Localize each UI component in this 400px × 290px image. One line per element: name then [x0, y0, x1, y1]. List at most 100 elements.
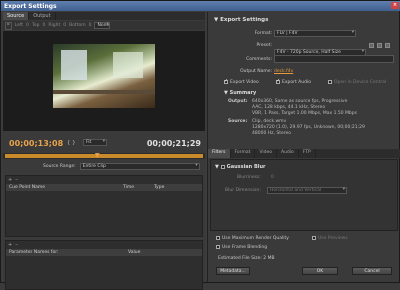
title-bar: Export Settings × — [1, 1, 400, 11]
export-video-check-icon[interactable] — [224, 78, 228, 84]
export-audio-checkbox[interactable]: Export Audio — [276, 78, 311, 85]
tab-video[interactable]: Video — [255, 149, 277, 158]
max-render-quality-label: Use Maximum Render Quality — [222, 236, 289, 241]
timeline-scrubber[interactable] — [3, 153, 205, 159]
add-parameter-button[interactable]: + — [8, 242, 12, 248]
timecode-bar: 00;00;13;08 { } Fit 00;00;21;29 — [3, 132, 205, 152]
source-pane: Source Output ⌗ Left 0 Top 0 Right 0 Bot… — [3, 12, 205, 290]
device-central-label: Open in Device Central — [334, 80, 387, 85]
source-range-row: Source Range: Entire Clip — [3, 161, 205, 171]
tab-ftp[interactable]: FTP — [299, 149, 316, 158]
blurriness-label: Blurriness: — [237, 175, 261, 180]
export-settings-window: Export Settings × Source Output ⌗ Left 0… — [0, 0, 400, 290]
filters-panel: ▼ Gaussian Blur Blurriness: 0 Blur Dimen… — [210, 159, 398, 231]
crop-top-value[interactable]: 0 — [42, 23, 45, 28]
use-previews-checkbox: Use Previews — [312, 235, 348, 241]
export-audio-check-icon[interactable] — [276, 78, 280, 84]
import-preset-icon[interactable] — [377, 43, 382, 48]
tab-audio[interactable]: Audio — [277, 149, 299, 158]
crop-left-value[interactable]: 0 — [26, 23, 29, 28]
zoom-fit-select[interactable]: Fit — [83, 139, 107, 146]
blurriness-value[interactable]: 0 — [271, 175, 274, 180]
crop-tool-icon[interactable]: ⌗ — [5, 21, 12, 30]
gaussian-blur-checkbox[interactable] — [220, 165, 225, 169]
crop-proportions-select[interactable]: None — [94, 22, 111, 29]
use-previews-label: Use Previews — [318, 236, 348, 241]
tab-source[interactable]: Source — [3, 12, 30, 20]
max-render-check-icon[interactable] — [216, 236, 220, 240]
export-settings-title: Export Settings — [220, 17, 269, 23]
output-name-link[interactable]: deck.f4v — [274, 69, 293, 74]
save-preset-icon[interactable] — [369, 43, 374, 48]
current-timecode[interactable]: 00;00;13;08 — [9, 139, 63, 148]
tab-output[interactable]: Output — [29, 12, 56, 20]
video-preview-area — [3, 31, 205, 131]
crop-top-label: Top — [31, 23, 40, 28]
parameters-table-header: Parameter Names for: Value — [6, 249, 202, 256]
ok-button[interactable]: OK — [302, 267, 338, 275]
preset-label: Preset: — [256, 43, 272, 48]
col-type: Type — [154, 185, 165, 190]
export-audio-label: Export Audio — [282, 80, 311, 85]
cue-table-header: Cue Point Name Time Type — [6, 184, 202, 191]
use-previews-check-icon — [312, 236, 316, 240]
blur-dimension-select[interactable]: Horizontal and Vertical — [267, 187, 347, 194]
comments-label: Comments: — [246, 57, 272, 62]
max-render-quality-checkbox[interactable]: Use Maximum Render Quality — [216, 235, 289, 241]
cancel-button[interactable]: Cancel — [352, 267, 392, 275]
crop-left-label: Left — [14, 23, 24, 28]
tab-format[interactable]: Format — [231, 149, 256, 158]
export-video-label: Export Video — [230, 80, 259, 85]
estimated-file-size: Estimated File Size: 2 MB — [218, 256, 275, 261]
add-cue-point-button[interactable]: + — [8, 177, 12, 183]
export-video-checkbox[interactable]: Export Video — [224, 78, 259, 85]
set-out-icon[interactable]: } — [72, 140, 75, 146]
col-value: Value — [128, 250, 141, 255]
tab-filters[interactable]: Filters — [208, 149, 231, 158]
col-time: Time — [123, 185, 135, 190]
work-area-bar[interactable] — [5, 154, 203, 158]
device-central-checkbox: Open in Device Central — [328, 79, 386, 85]
set-in-icon[interactable]: { — [67, 140, 70, 146]
col-cue-point-name: Cue Point Name — [9, 185, 46, 190]
close-button[interactable]: × — [391, 2, 399, 9]
summary-title: Summary — [229, 90, 257, 96]
window-title: Export Settings — [4, 2, 57, 10]
summary-source-details: Clip, deck.wmv 1280x720 (1.0), 29.97 fps… — [252, 119, 365, 137]
video-frame — [53, 44, 155, 108]
cue-points-panel: + – Cue Point Name Time Type — [5, 175, 203, 237]
source-line: 48000 Hz, Stereo — [252, 131, 292, 136]
col-parameter-names: Parameter Names for: — [9, 250, 59, 255]
delete-preset-icon[interactable] — [385, 43, 390, 48]
summary-source-label: Source: — [228, 119, 248, 124]
comments-field[interactable] — [274, 55, 394, 63]
settings-tabs: Filters Format Video Audio FTP — [208, 149, 400, 158]
source-output-tabs: Source Output — [3, 12, 205, 20]
source-range-label: Source Range: — [43, 163, 76, 169]
crop-toolbar: ⌗ Left 0 Top 0 Right 0 Bottom 0 None — [3, 21, 205, 30]
source-range-select[interactable]: Entire Clip — [79, 162, 200, 170]
metadata-button[interactable]: Metadata... — [216, 267, 250, 275]
remove-parameter-button[interactable]: – — [15, 242, 18, 248]
blur-dimension-label: Blur Dimension: — [225, 188, 261, 193]
gaussian-blur-title: Gaussian Blur — [226, 164, 266, 170]
device-central-check-icon — [328, 80, 332, 84]
end-timecode: 00;00;21;29 — [146, 139, 201, 148]
frame-blending-check-icon[interactable] — [216, 245, 220, 249]
crop-right-value[interactable]: 0 — [63, 23, 66, 28]
output-name-label: Output Name: — [240, 69, 272, 74]
output-line: VBR, 1 Pass, Target 1.00 Mbps, Max 1.50 … — [252, 111, 357, 116]
playback-controls: { } — [67, 140, 75, 146]
summary-output-details: 640x360, Same as source fps, Progressive… — [252, 99, 357, 117]
summary-output-label: Output: — [228, 99, 248, 104]
frame-blending-checkbox[interactable]: Use Frame Blending — [216, 244, 267, 250]
export-settings-pane: ▼ Export Settings Format: FLV | F4V Pres… — [207, 12, 400, 282]
frame-blending-label: Use Frame Blending — [222, 245, 268, 250]
crop-bottom-value[interactable]: 0 — [89, 23, 92, 28]
crop-right-label: Right — [48, 23, 61, 28]
format-label: Format: — [254, 31, 272, 36]
crop-bottom-label: Bottom — [69, 23, 86, 28]
playhead-icon[interactable]: ▼ — [95, 152, 101, 160]
remove-cue-point-button[interactable]: – — [15, 177, 18, 183]
format-select[interactable]: FLV | F4V — [274, 30, 356, 37]
